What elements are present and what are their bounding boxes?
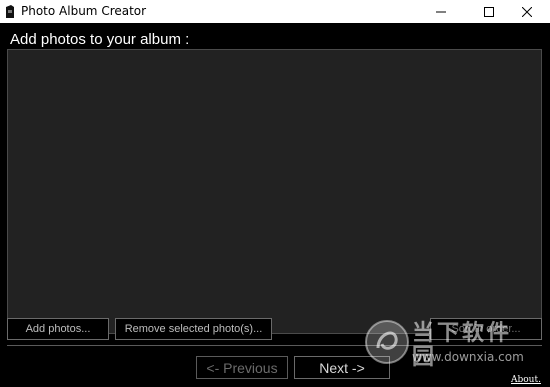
remove-selected-button[interactable]: Remove selected photo(s)... [115,318,272,340]
add-photos-button[interactable]: Add photos... [7,318,109,340]
close-icon [522,6,532,17]
sort-button[interactable]: Sort in order... [430,318,542,340]
page-heading: Add photos to your album : [10,31,190,48]
window-client: Add photos to your album : Add photos...… [0,23,550,387]
next-button[interactable]: Next -> [294,356,390,379]
maximize-icon [484,6,494,17]
photo-list[interactable] [7,49,542,334]
minimize-icon [436,11,446,12]
window-title: Photo Album Creator [21,4,147,18]
about-link[interactable]: About. [511,375,541,386]
previous-button[interactable]: <- Previous [196,356,288,379]
title-bar[interactable]: Photo Album Creator [0,0,550,23]
divider [7,345,542,346]
minimize-button[interactable] [418,0,464,23]
watermark-url: www.downxia.com [412,350,524,364]
close-button[interactable] [504,0,550,23]
app-icon [6,5,14,18]
